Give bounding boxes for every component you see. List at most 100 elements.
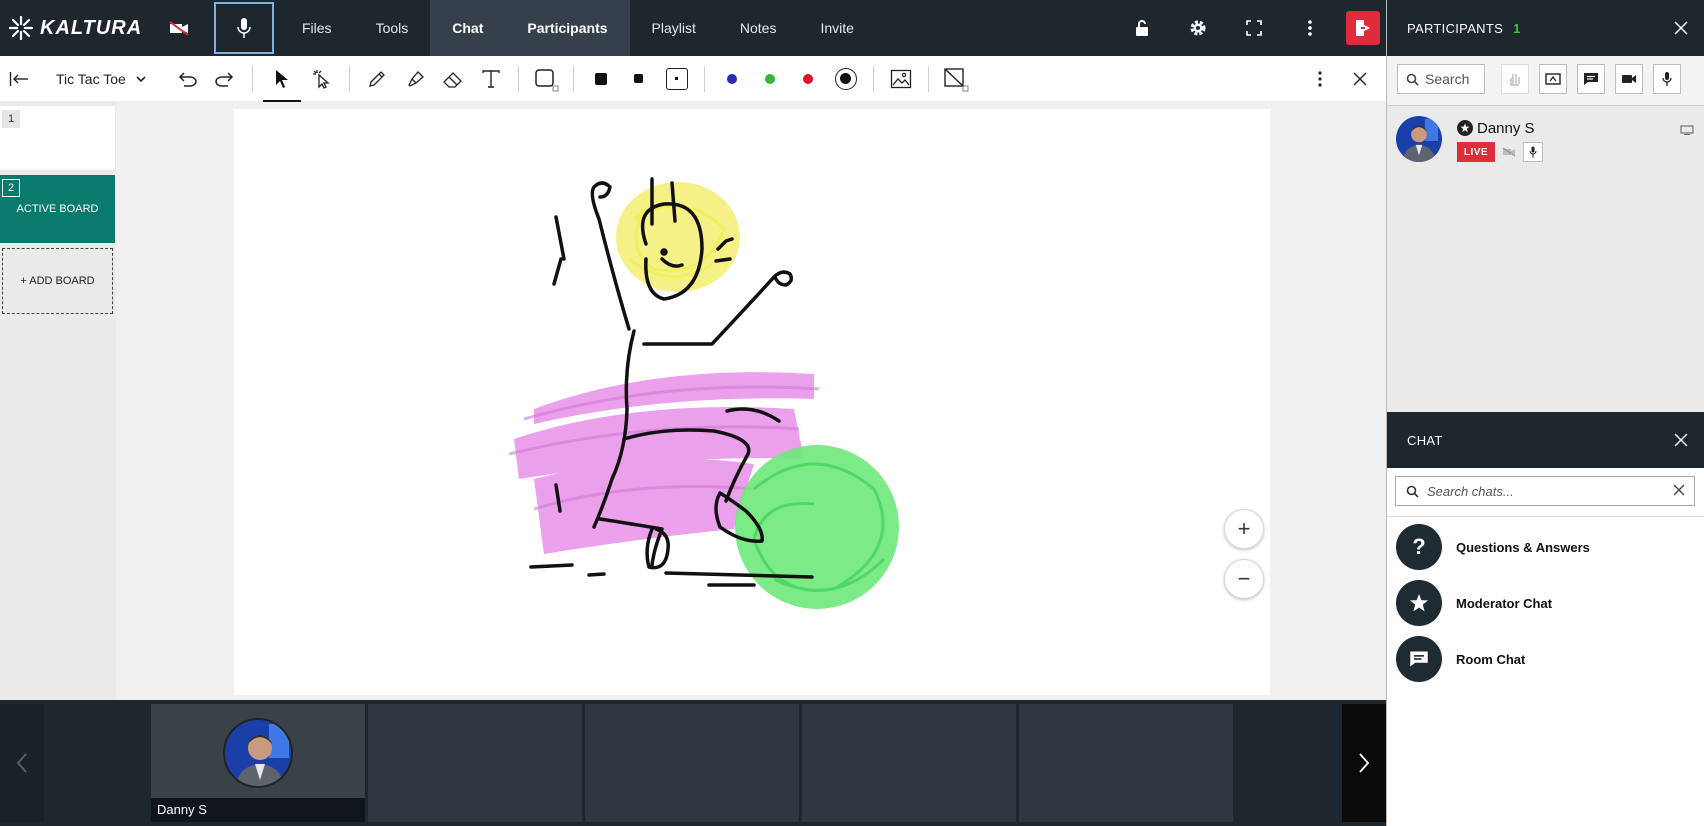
select-tool-button[interactable] bbox=[261, 56, 303, 102]
participants-title: PARTICIPANTS bbox=[1407, 20, 1504, 36]
toolbar-divider bbox=[872, 65, 874, 92]
toolbar-divider bbox=[348, 65, 350, 92]
camera-all-button[interactable] bbox=[1615, 64, 1643, 94]
chat-room-room-chat[interactable]: Room Chat bbox=[1396, 636, 1696, 682]
chevron-right-icon bbox=[1359, 753, 1370, 773]
pencil-tool-button[interactable] bbox=[358, 56, 396, 102]
video-tile-name: Danny S bbox=[151, 798, 365, 822]
tab-files[interactable]: Files bbox=[280, 0, 354, 56]
collapse-boards-button[interactable] bbox=[2, 56, 36, 102]
top-bar-actions bbox=[1114, 0, 1386, 56]
text-icon bbox=[482, 69, 500, 88]
close-chat-button[interactable] bbox=[1671, 430, 1691, 450]
background-slash-icon bbox=[944, 67, 969, 91]
color-red-button[interactable] bbox=[789, 56, 827, 102]
participant-microphone-button[interactable] bbox=[1523, 142, 1543, 162]
chat-search-input[interactable]: Search chats... bbox=[1395, 476, 1695, 506]
filmstrip-prev-button[interactable] bbox=[0, 704, 44, 822]
text-tool-button[interactable] bbox=[472, 56, 510, 102]
tab-notes[interactable]: Notes bbox=[718, 0, 799, 56]
zoom-out-button[interactable]: − bbox=[1224, 559, 1264, 599]
chevron-down-icon bbox=[136, 75, 146, 82]
microphone-icon bbox=[237, 18, 251, 38]
search-icon bbox=[1406, 73, 1419, 86]
more-options-button[interactable] bbox=[1282, 0, 1338, 56]
participants-count: 1 bbox=[1513, 20, 1521, 36]
chat-room-label: Room Chat bbox=[1456, 651, 1526, 667]
undo-icon bbox=[178, 71, 197, 87]
filmstrip-next-button[interactable] bbox=[1342, 704, 1386, 822]
tab-invite[interactable]: Invite bbox=[798, 0, 875, 56]
more-vertical-icon bbox=[1318, 71, 1322, 87]
background-button[interactable] bbox=[937, 56, 975, 102]
chat-room-moderator[interactable]: Moderator Chat bbox=[1396, 580, 1696, 626]
redo-button[interactable] bbox=[206, 56, 244, 102]
live-badge: LIVE bbox=[1457, 142, 1495, 162]
board-selector[interactable]: Tic Tac Toe bbox=[56, 71, 146, 87]
toolbar-divider bbox=[517, 65, 519, 92]
pointer-click-icon bbox=[312, 69, 330, 89]
video-filmstrip: Danny S bbox=[0, 700, 1386, 826]
board-thumbnail-1[interactable]: 1 bbox=[0, 106, 115, 170]
clear-search-icon[interactable] bbox=[1672, 483, 1686, 497]
room-lock-button[interactable] bbox=[1114, 0, 1170, 56]
color-blue-button[interactable] bbox=[713, 56, 751, 102]
toolbar-divider bbox=[251, 65, 253, 92]
laser-pointer-button[interactable] bbox=[303, 56, 341, 102]
participant-name: Danny S bbox=[1477, 120, 1535, 137]
video-tile-empty bbox=[368, 704, 582, 822]
toolbar-divider bbox=[927, 65, 929, 92]
tab-chat[interactable]: Chat bbox=[430, 0, 506, 56]
stroke-medium-button[interactable] bbox=[620, 56, 658, 102]
participant-screen-button[interactable] bbox=[1677, 120, 1697, 140]
moderator-star-icon bbox=[1457, 120, 1473, 136]
brand-name: KALTURA bbox=[40, 16, 143, 39]
video-camera-icon bbox=[1622, 75, 1636, 83]
stroke-large-button[interactable] bbox=[582, 56, 620, 102]
color-green-button[interactable] bbox=[751, 56, 789, 102]
microphone-all-button[interactable] bbox=[1653, 64, 1681, 94]
video-tile-danny-s[interactable]: Danny S bbox=[151, 704, 365, 822]
close-whiteboard-button[interactable] bbox=[1340, 56, 1380, 102]
participant-camera-button[interactable] bbox=[1499, 142, 1519, 162]
screen-icon bbox=[1680, 125, 1694, 135]
microphone-toggle-button[interactable] bbox=[214, 2, 274, 54]
board-thumbnail-2[interactable]: 2 ACTIVE BOARD bbox=[0, 175, 115, 243]
screen-share-all-button[interactable] bbox=[1539, 64, 1567, 94]
zoom-in-button[interactable]: + bbox=[1224, 509, 1264, 549]
whiteboard-more-button[interactable] bbox=[1300, 56, 1340, 102]
highlighter-icon bbox=[407, 70, 424, 87]
whiteboard-area: + − bbox=[116, 102, 1386, 700]
tab-participants[interactable]: Participants bbox=[505, 0, 630, 56]
board-number: 1 bbox=[2, 110, 20, 128]
participants-search-input[interactable]: Search bbox=[1397, 64, 1485, 94]
camera-off-icon bbox=[1502, 147, 1516, 157]
leave-room-button[interactable] bbox=[1346, 11, 1380, 45]
stick-figure-drawing bbox=[508, 177, 899, 609]
tab-tools[interactable]: Tools bbox=[354, 0, 431, 56]
shape-tool-button[interactable] bbox=[527, 56, 565, 102]
fullscreen-button[interactable] bbox=[1226, 0, 1282, 56]
video-tile-empty bbox=[1019, 704, 1233, 822]
chat-room-questions-answers[interactable]: ? Questions & Answers bbox=[1396, 524, 1696, 570]
settings-button[interactable] bbox=[1170, 0, 1226, 56]
eraser-tool-button[interactable] bbox=[434, 56, 472, 102]
board-name: Tic Tac Toe bbox=[56, 70, 126, 87]
camera-toggle-button[interactable] bbox=[150, 0, 208, 56]
color-black-button[interactable] bbox=[827, 56, 865, 102]
tab-playlist[interactable]: Playlist bbox=[630, 0, 718, 56]
insert-image-button[interactable] bbox=[882, 56, 920, 102]
highlighter-tool-button[interactable] bbox=[396, 56, 434, 102]
whiteboard-canvas[interactable] bbox=[234, 109, 1270, 695]
user-photo-icon bbox=[1396, 116, 1442, 162]
close-participants-button[interactable] bbox=[1671, 18, 1691, 38]
chat-all-button[interactable] bbox=[1577, 64, 1605, 94]
raise-hand-all-button[interactable] bbox=[1501, 64, 1529, 94]
screen-share-icon bbox=[1545, 73, 1561, 85]
stroke-small-button[interactable] bbox=[658, 56, 696, 102]
close-icon bbox=[1674, 433, 1688, 447]
undo-button[interactable] bbox=[168, 56, 206, 102]
active-board-label: ACTIVE BOARD bbox=[16, 203, 99, 215]
add-board-button[interactable]: + ADD BOARD bbox=[2, 248, 113, 314]
hand-icon bbox=[1510, 74, 1520, 86]
